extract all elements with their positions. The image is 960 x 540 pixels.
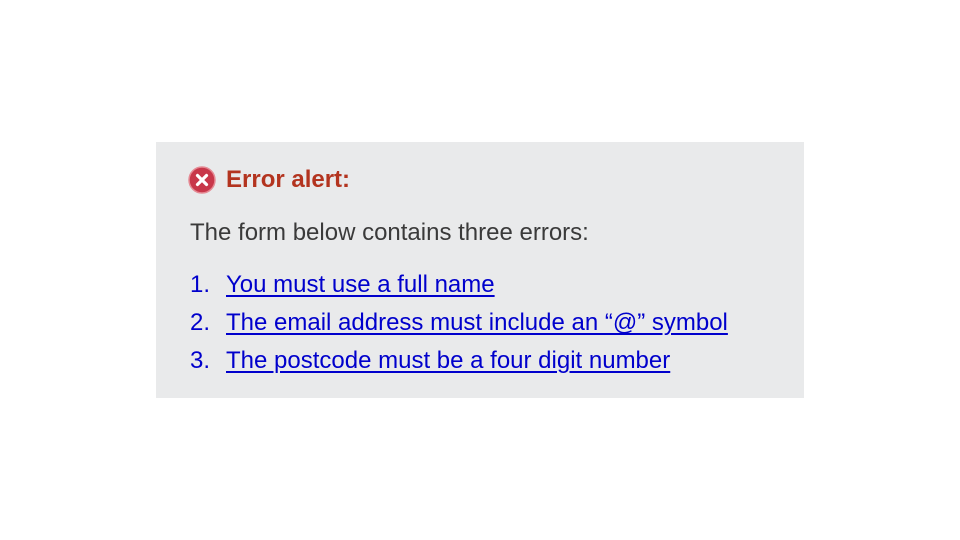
error-x-circle-icon	[188, 166, 216, 194]
error-link-email[interactable]: The email address must include an “@” sy…	[226, 308, 728, 338]
error-number: 2.	[190, 309, 211, 336]
alert-title: Error alert:	[226, 166, 351, 193]
error-list: 1. You must use a full name 2. The email…	[190, 270, 728, 384]
error-link-postcode[interactable]: The postcode must be a four digit number	[226, 346, 670, 376]
error-list-item: 2. The email address must include an “@”…	[190, 308, 728, 346]
alert-header: Error alert:	[188, 166, 350, 194]
error-number: 1.	[190, 271, 211, 298]
error-list-item: 1. You must use a full name	[190, 270, 728, 308]
error-number: 3.	[190, 347, 211, 374]
error-link-full-name[interactable]: You must use a full name	[226, 270, 495, 300]
error-list-item: 3. The postcode must be a four digit num…	[190, 346, 728, 384]
error-alert: Error alert: The form below contains thr…	[156, 142, 804, 398]
alert-description: The form below contains three errors:	[190, 219, 589, 246]
